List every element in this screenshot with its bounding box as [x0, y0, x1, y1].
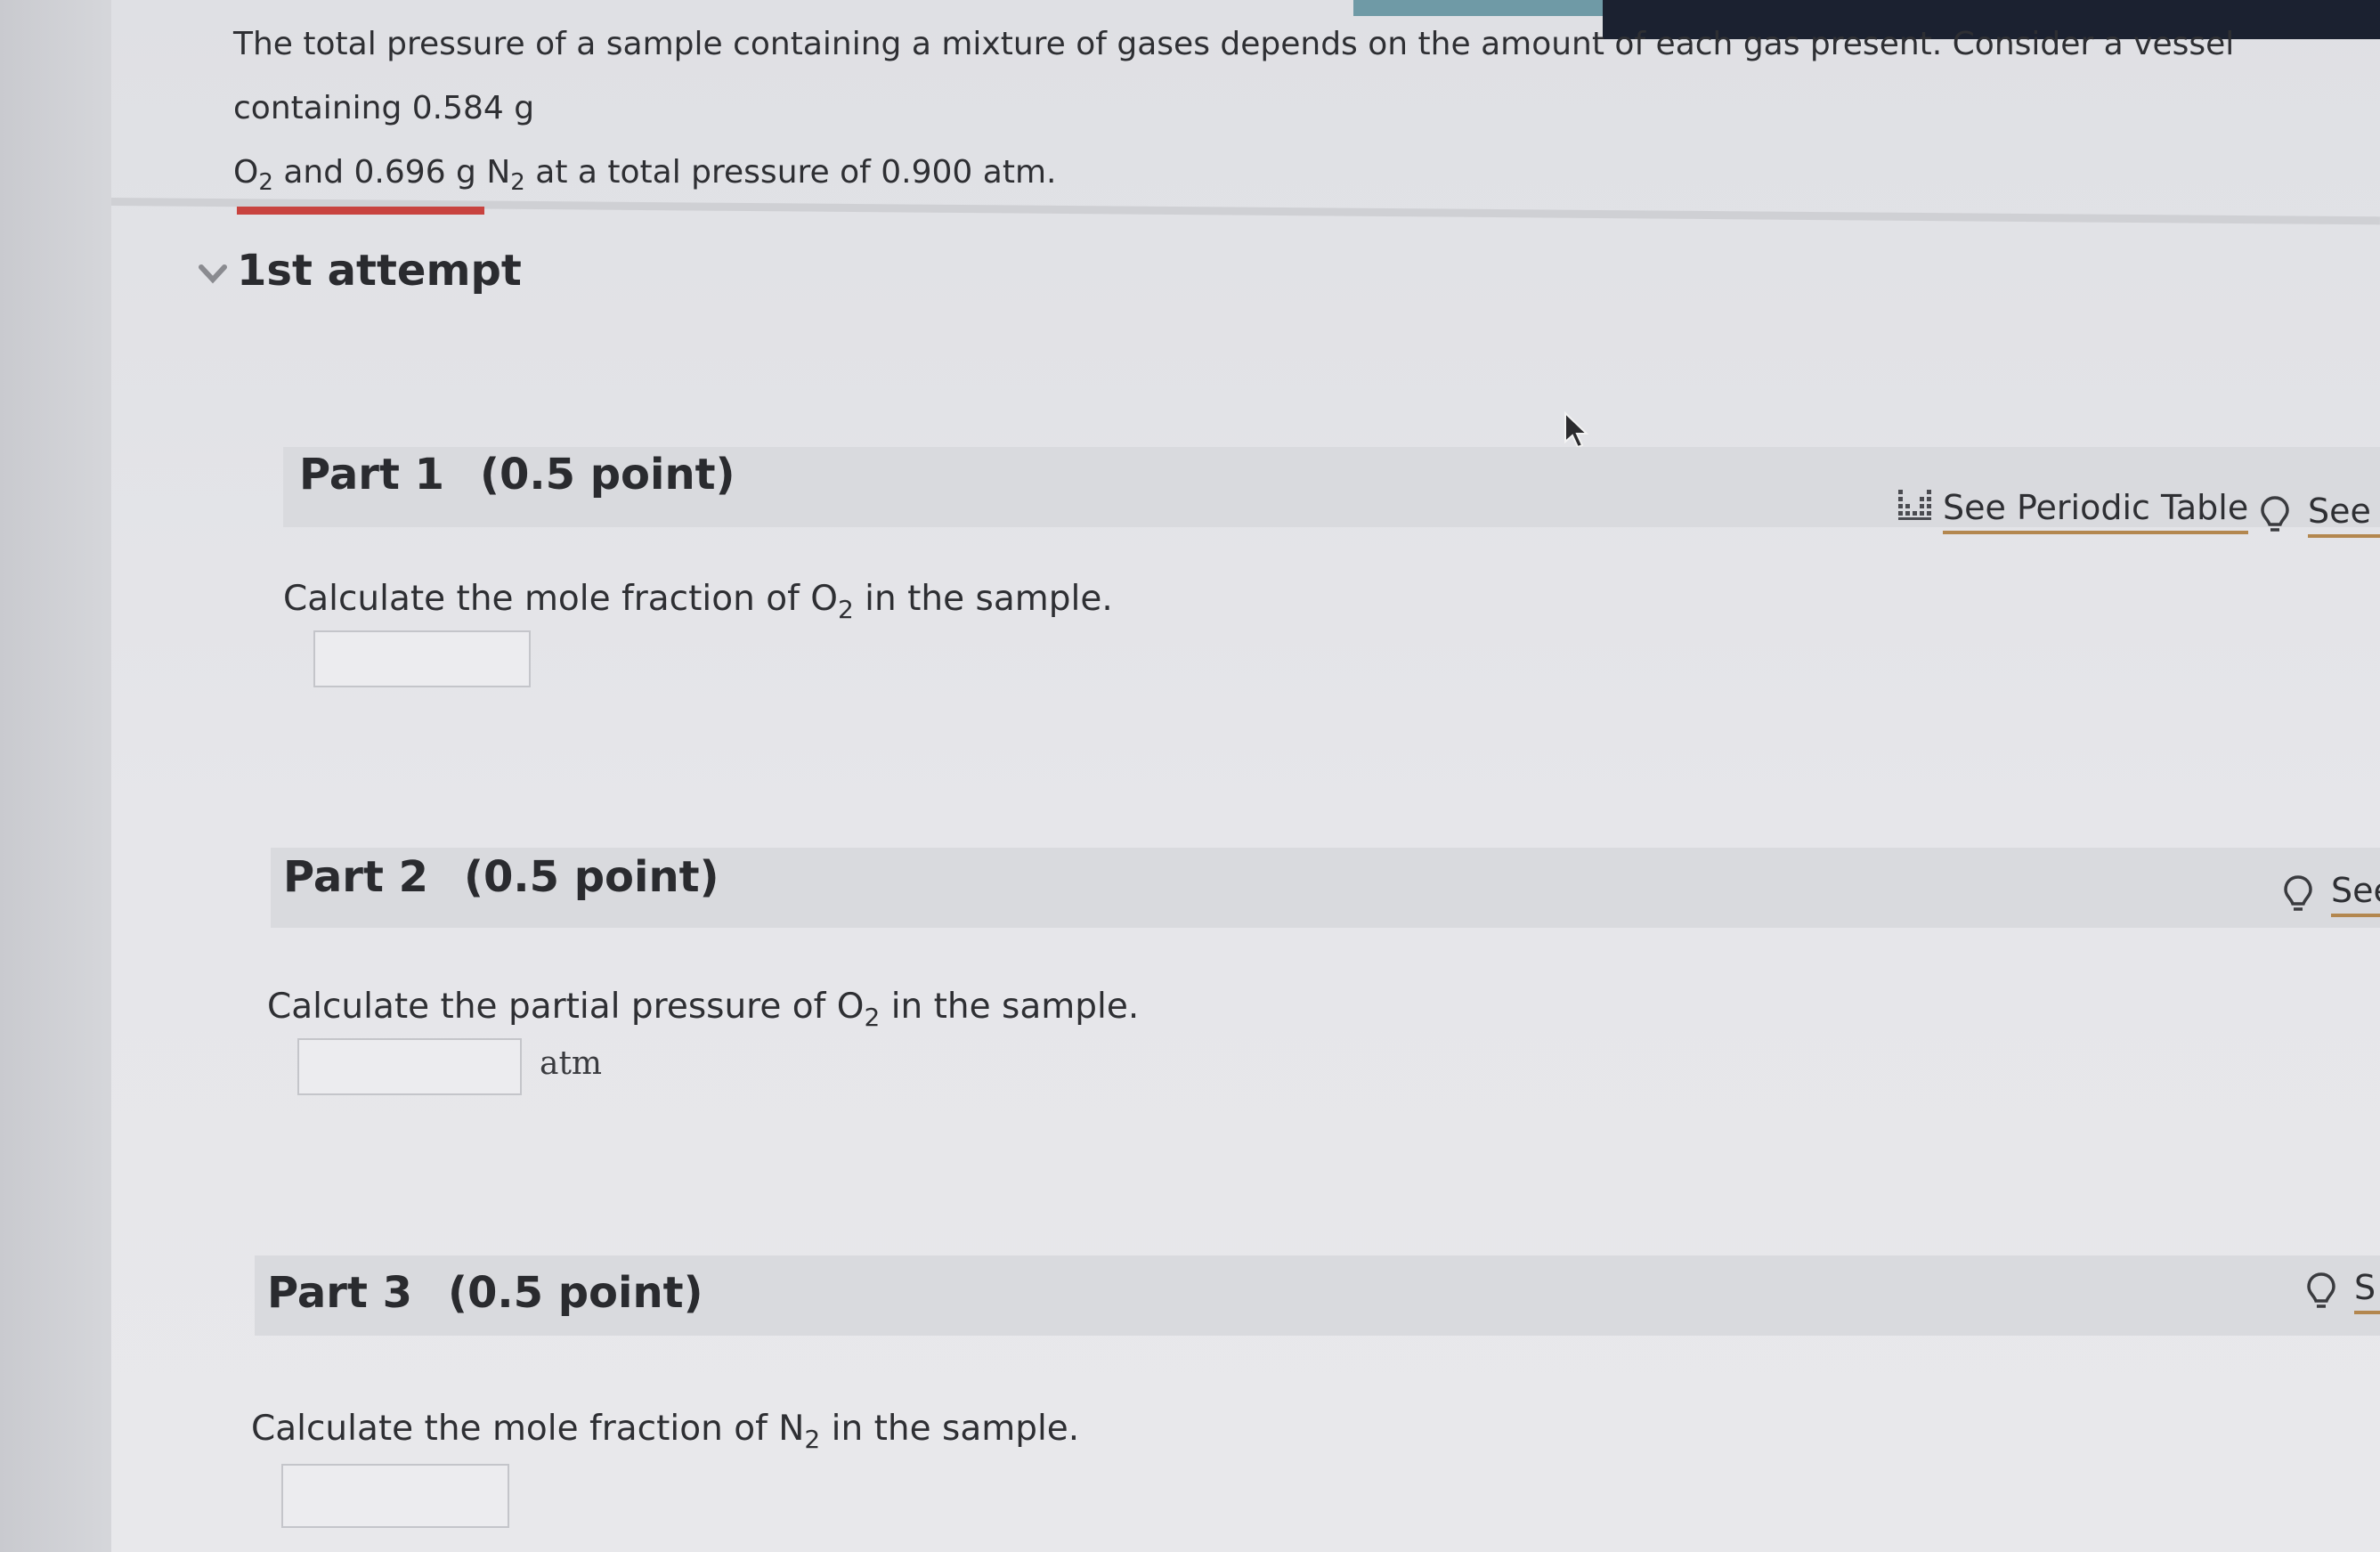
lightbulb-icon[interactable]: [2260, 495, 2290, 534]
part-1-answer-input[interactable]: [313, 630, 531, 687]
see-hint-link[interactable]: See H: [2308, 492, 2380, 538]
see-periodic-table-link[interactable]: See Periodic Table: [1943, 488, 2249, 534]
progress-bar: [237, 207, 484, 215]
part-3-title: Part 3 (0.5 point): [267, 1268, 703, 1318]
part-3-question: Calculate the mole fraction of N2 in the…: [251, 1409, 1080, 1454]
part-3-answer-input[interactable]: [281, 1464, 509, 1528]
see-hint-link[interactable]: See: [2331, 871, 2380, 917]
part-1-question: Calculate the mole fraction of O2 in the…: [283, 579, 1113, 624]
problem-statement: The total pressure of a sample containin…: [233, 26, 2235, 197]
chevron-down-icon[interactable]: [198, 258, 228, 288]
mouse-cursor-icon: [1564, 411, 1589, 449]
part-1-title: Part 1 (0.5 point): [299, 450, 735, 500]
periodic-table-icon[interactable]: [1898, 486, 1932, 522]
part-2-unit: atm: [540, 1045, 603, 1082]
see-hint-link[interactable]: S: [2354, 1268, 2380, 1314]
lightbulb-icon[interactable]: [2306, 1272, 2336, 1311]
attempt-title[interactable]: 1st attempt: [237, 246, 522, 296]
part-2-question: Calculate the partial pressure of O2 in …: [267, 987, 1140, 1032]
part-2-title: Part 2 (0.5 point): [283, 852, 719, 902]
left-margin: [0, 0, 116, 1552]
lightbulb-icon[interactable]: [2283, 874, 2313, 914]
part-2-answer-input[interactable]: [297, 1038, 522, 1095]
